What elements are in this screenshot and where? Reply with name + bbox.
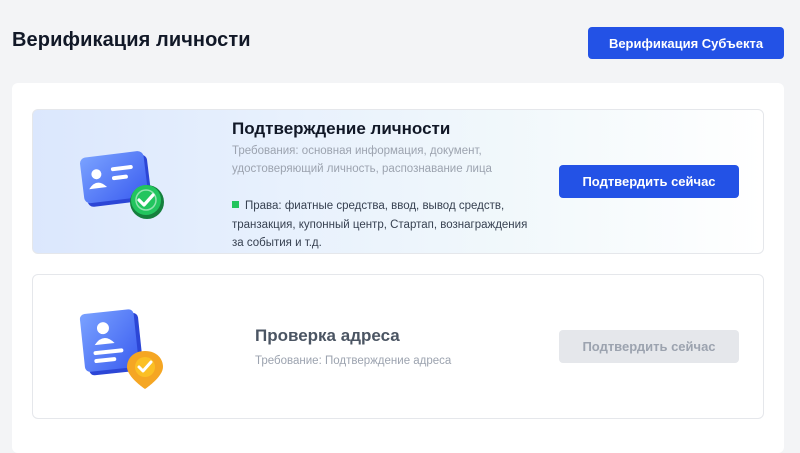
id-card-check-icon: [75, 144, 175, 224]
identity-rights-line: транзакция, купонный центр, Стартап, воз…: [232, 218, 528, 231]
identity-requirements: Требования: основная информация, докумен…: [232, 142, 492, 178]
subject-verification-button[interactable]: Верификация Субъекта: [588, 27, 784, 59]
identity-title: Подтверждение личности: [232, 119, 451, 138]
verify-identity-button[interactable]: Подтвердить сейчас: [559, 165, 739, 198]
address-title: Проверка адреса: [255, 326, 400, 345]
identity-rights-line: Права: фиатные средства, ввод, вывод сре…: [245, 200, 505, 212]
verification-panel: Подтверждение личности Требования: основ…: [12, 83, 784, 453]
identity-requirements-line: Требования: основная информация, докумен…: [232, 145, 482, 157]
page-title: Верификация личности: [12, 29, 251, 51]
verify-address-button: Подтвердить сейчас: [559, 330, 739, 363]
identity-rights: Права: фиатные средства, ввод, вывод сре…: [232, 197, 527, 253]
address-doc-location-icon: [75, 307, 175, 389]
rights-bullet-icon: [232, 201, 239, 208]
identity-requirements-line: удостоверяющий личность, распознавание л…: [232, 163, 492, 175]
identity-rights-line: за события и т.д.: [232, 237, 322, 249]
identity-verification-card: Подтверждение личности Требования: основ…: [32, 109, 764, 254]
address-verification-card: Проверка адреса Требование: Подтверждени…: [32, 274, 764, 419]
address-requirement: Требование: Подтверждение адреса: [255, 355, 452, 367]
